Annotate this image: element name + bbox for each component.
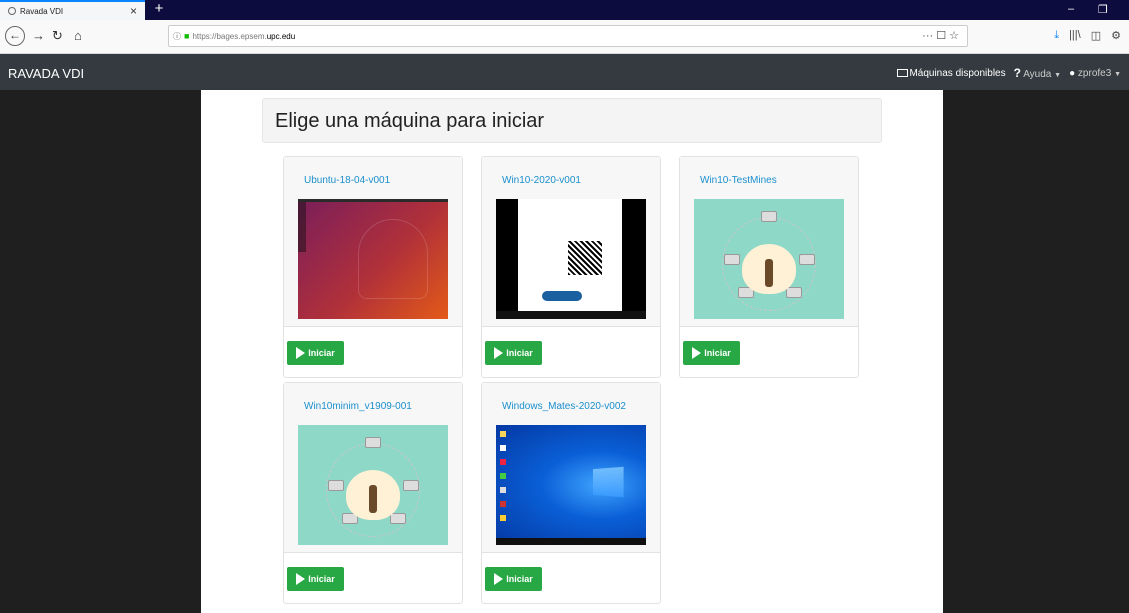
play-icon bbox=[296, 347, 306, 359]
home-icon[interactable]: ⌂ bbox=[74, 29, 82, 43]
start-machine-button[interactable]: Iniciar bbox=[485, 567, 542, 591]
main-content: Elige una máquina para iniciar Ubuntu-18… bbox=[201, 90, 943, 613]
url-bar[interactable]: ⓘ ■ https:// bages.epsem. upc.edu ··· ☐ … bbox=[168, 25, 968, 47]
machine-screenshot[interactable] bbox=[694, 199, 844, 319]
tab-title: Ravada VDI bbox=[20, 6, 64, 16]
machine-card: Win10-TestMines Iniciar bbox=[679, 156, 859, 378]
machine-card-header: Win10minim_v1909-001 bbox=[284, 383, 462, 553]
nav-user-label: zprofe3 bbox=[1077, 67, 1112, 79]
machine-card-header: Win10-2020-v001 bbox=[482, 157, 660, 327]
machine-card-header: Ubuntu-18-04-v001 bbox=[284, 157, 462, 327]
play-icon bbox=[494, 347, 504, 359]
browser-nav-bar: ← → ↻ ⌂ ⓘ ■ https:// bages.epsem. upc.ed… bbox=[0, 20, 1129, 54]
tab-favicon-icon bbox=[8, 7, 16, 15]
restore-icon[interactable]: ❐ bbox=[1098, 3, 1108, 16]
machine-card-header: Windows_Mates-2020-v002 bbox=[482, 383, 660, 553]
start-button-label: Iniciar bbox=[308, 574, 335, 584]
machine-screenshot[interactable] bbox=[496, 425, 646, 545]
start-button-label: Iniciar bbox=[506, 574, 533, 584]
nav-machines-label: Máquinas disponibles bbox=[909, 67, 1006, 79]
tab-close-icon[interactable]: × bbox=[130, 4, 137, 18]
url-host: upc.edu bbox=[266, 31, 296, 41]
machine-name-link[interactable]: Windows_Mates-2020-v002 bbox=[502, 401, 626, 412]
download-icon[interactable]: ⤓ bbox=[1054, 29, 1059, 42]
nav-machines-link[interactable]: Máquinas disponibles bbox=[897, 67, 1006, 79]
start-machine-button[interactable]: Iniciar bbox=[287, 567, 344, 591]
extension-icon[interactable]: ⚙ bbox=[1111, 29, 1121, 42]
page-actions-icon[interactable]: ··· ☐ ☆ bbox=[922, 29, 959, 42]
start-button-label: Iniciar bbox=[308, 348, 335, 358]
start-button-label: Iniciar bbox=[704, 348, 731, 358]
library-icon[interactable]: |||\ bbox=[1069, 29, 1081, 42]
back-icon[interactable]: ← bbox=[5, 26, 25, 46]
machine-card: Ubuntu-18-04-v001 Iniciar bbox=[283, 156, 463, 378]
chevron-down-icon: ▼ bbox=[1114, 70, 1121, 78]
play-icon bbox=[692, 347, 702, 359]
nav-help-label: Ayuda bbox=[1023, 69, 1052, 80]
ravada-logo-thumbnail bbox=[298, 425, 448, 545]
browser-tab-bar: Ravada VDI × + – ❐ bbox=[0, 0, 1129, 20]
machine-name-link[interactable]: Win10-2020-v001 bbox=[502, 175, 581, 186]
new-tab-button[interactable]: + bbox=[150, 0, 168, 20]
nav-help-menu[interactable]: ? Ayuda ▼ bbox=[1014, 66, 1061, 80]
lock-icon: ■ bbox=[184, 31, 190, 41]
app-navbar: RAVADA VDI Máquinas disponibles ? Ayuda … bbox=[0, 54, 1129, 90]
start-machine-button[interactable]: Iniciar bbox=[683, 341, 740, 365]
play-icon bbox=[494, 573, 504, 585]
windows10-desktop-thumbnail bbox=[496, 425, 646, 545]
machine-card: Win10-2020-v001 Iniciar bbox=[481, 156, 661, 378]
user-icon: ● bbox=[1069, 67, 1076, 79]
monitor-icon bbox=[897, 68, 909, 77]
machine-card: Win10minim_v1909-001 Iniciar bbox=[283, 382, 463, 604]
start-button-label: Iniciar bbox=[506, 348, 533, 358]
toolbar-icons: ⤓ |||\ ◫ ⚙ bbox=[1054, 29, 1121, 42]
page-title: Elige una máquina para iniciar bbox=[275, 110, 545, 132]
ravada-logo-thumbnail bbox=[694, 199, 844, 319]
windows-document-thumbnail bbox=[496, 199, 646, 319]
info-icon[interactable]: ⓘ bbox=[173, 31, 181, 42]
url-protocol: https:// bbox=[192, 31, 217, 41]
minimize-icon[interactable]: – bbox=[1068, 3, 1074, 15]
machine-screenshot[interactable] bbox=[298, 425, 448, 545]
start-machine-button[interactable]: Iniciar bbox=[485, 341, 542, 365]
machine-name-link[interactable]: Ubuntu-18-04-v001 bbox=[304, 175, 390, 186]
machine-card: Windows_Mates-2020-v002 Iniciar bbox=[481, 382, 661, 604]
nav-user-menu[interactable]: ● zprofe3 ▼ bbox=[1069, 68, 1121, 79]
app-brand[interactable]: RAVADA VDI bbox=[8, 66, 84, 81]
start-machine-button[interactable]: Iniciar bbox=[287, 341, 344, 365]
machine-name-link[interactable]: Win10minim_v1909-001 bbox=[304, 401, 412, 412]
machine-name-link[interactable]: Win10-TestMines bbox=[700, 175, 777, 186]
machine-card-header: Win10-TestMines bbox=[680, 157, 858, 327]
ubuntu-desktop-thumbnail bbox=[298, 199, 448, 319]
browser-tab[interactable]: Ravada VDI × bbox=[0, 0, 145, 20]
url-subdomain: bages.epsem. bbox=[216, 31, 267, 41]
sidebar-icon[interactable]: ◫ bbox=[1091, 29, 1101, 42]
machine-screenshot[interactable] bbox=[496, 199, 646, 319]
reload-icon[interactable]: ↻ bbox=[52, 29, 63, 43]
question-icon: ? bbox=[1013, 66, 1021, 80]
forward-icon[interactable]: → bbox=[32, 29, 45, 43]
app-nav-menu: Máquinas disponibles ? Ayuda ▼ ● zprofe3… bbox=[897, 66, 1121, 80]
chevron-down-icon: ▼ bbox=[1054, 72, 1062, 79]
machine-screenshot[interactable] bbox=[298, 199, 448, 319]
page-header: Elige una máquina para iniciar bbox=[262, 98, 882, 143]
play-icon bbox=[296, 573, 306, 585]
